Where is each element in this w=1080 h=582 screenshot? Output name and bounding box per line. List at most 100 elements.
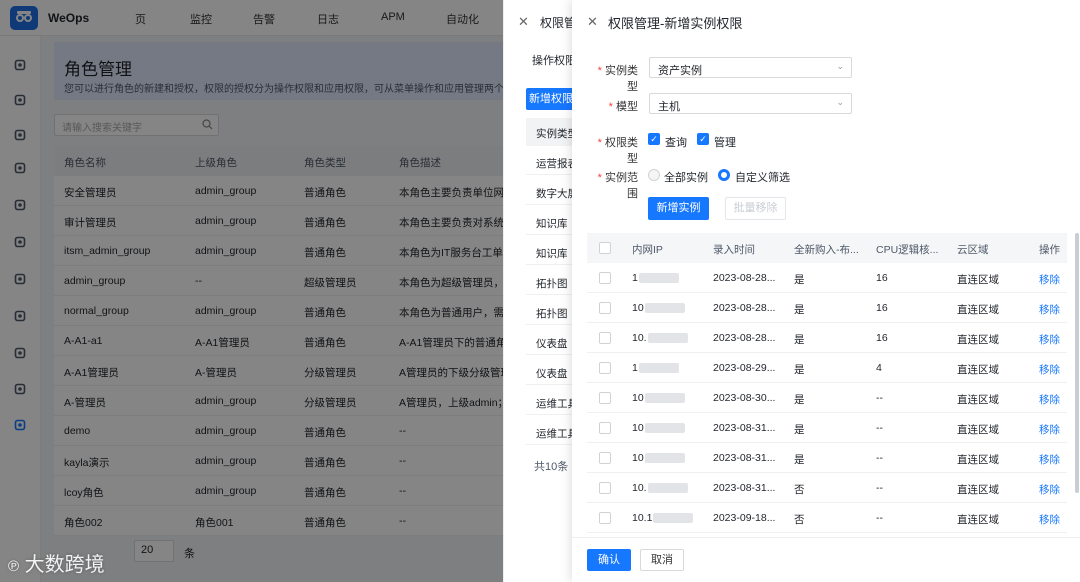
close-icon[interactable]: ✕ (587, 14, 598, 30)
remove-link[interactable]: 移除 (1039, 362, 1060, 377)
batch-remove-button[interactable]: 批量移除 (725, 197, 786, 220)
table-cell: 直连区域 (957, 512, 999, 527)
model-select[interactable]: 主机 ⌄ (649, 93, 852, 114)
cancel-button[interactable]: 取消 (640, 549, 684, 571)
cell-text: 直连区域 (957, 274, 999, 286)
table-row[interactable]: 10 2023-08-31... 是 -- 直连区域 移除 (587, 413, 1067, 443)
remove-link[interactable]: 移除 (1039, 272, 1060, 287)
list-divider (526, 294, 572, 295)
cell-text: 10 (632, 302, 644, 314)
scrollbar[interactable] (1075, 233, 1079, 493)
table-row[interactable]: 10.1 2023-09-18... 否 -- 直连区域 移除 (587, 503, 1067, 533)
cell-text: 移除 (1039, 274, 1060, 286)
row-checkbox[interactable] (599, 512, 611, 524)
cell-text: 2023-08-28... (713, 332, 776, 344)
cell-text: 直连区域 (957, 364, 999, 376)
list-item[interactable]: 拓扑图 (536, 276, 572, 291)
row-checkbox[interactable] (599, 302, 611, 314)
cell-text: -- (876, 482, 883, 494)
cell-text: 2023-08-31... (713, 422, 776, 434)
remove-link[interactable]: 移除 (1039, 452, 1060, 467)
table-cell: 直连区域 (957, 272, 999, 287)
row-checkbox[interactable] (599, 422, 611, 434)
row-checkbox[interactable] (599, 362, 611, 374)
table-row[interactable]: 1 2023-08-29... 是 4 直连区域 移除 (587, 353, 1067, 383)
table-row[interactable]: 10. 2023-08-31... 否 -- 直连区域 移除 (587, 473, 1067, 503)
remove-link[interactable]: 移除 (1039, 482, 1060, 497)
query-checkbox[interactable]: ✓ (648, 133, 660, 145)
watermark-logo-icon: ℗ (8, 558, 20, 575)
remove-link[interactable]: 移除 (1039, 332, 1060, 347)
permission-type-label: * 权限类型 (597, 137, 638, 165)
table-cell: -- (876, 512, 883, 524)
list-item[interactable]: 仪表盘 (536, 366, 572, 381)
list-item[interactable]: 仪表盘 (536, 336, 572, 351)
confirm-button[interactable]: 确认 (587, 549, 631, 571)
add-permission-button[interactable]: 新增权限 (526, 88, 576, 110)
redacted-ip (638, 273, 679, 284)
table-cell: 1 (632, 272, 679, 284)
cell-text: -- (876, 512, 883, 524)
column-header: 操作 (1039, 244, 1060, 256)
list-item[interactable]: 运维工具 (536, 396, 572, 411)
instance-type-select[interactable]: 资产实例 ⌄ (649, 57, 852, 78)
table-row[interactable]: 10. 2023-08-28... 是 16 直连区域 移除 (587, 323, 1067, 353)
list-item[interactable]: 知识库 (536, 246, 572, 261)
table-cell: 16 (876, 272, 888, 284)
custom-filter-label: 自定义筛选 (735, 172, 790, 184)
table-row[interactable]: 10 2023-08-28... 是 16 直连区域 移除 (587, 293, 1067, 323)
list-item[interactable]: 拓扑图 (536, 306, 572, 321)
row-checkbox[interactable] (599, 452, 611, 464)
table-cell: 10.1 (632, 512, 694, 524)
list-divider (526, 174, 572, 175)
chevron-down-icon: ⌄ (836, 61, 844, 71)
list-item[interactable]: 实例类型 (536, 126, 572, 141)
row-checkbox[interactable] (599, 332, 611, 344)
table-cell: 是 (794, 452, 805, 467)
remove-link[interactable]: 移除 (1039, 422, 1060, 437)
manage-checkbox[interactable]: ✓ (697, 133, 709, 145)
redacted-ip (653, 513, 694, 524)
list-item[interactable]: 知识库 (536, 216, 572, 231)
table-row[interactable]: 1 2023-08-28... 是 16 直连区域 移除 (587, 263, 1067, 293)
custom-filter-radio[interactable] (718, 169, 730, 181)
list-item[interactable]: 运维工具 (536, 426, 572, 441)
tab-operation-permission[interactable]: 操作权限 (532, 52, 572, 68)
cell-text: -- (876, 422, 883, 434)
scope-label: * 实例范围 (597, 172, 638, 200)
add-instance-button[interactable]: 新增实例 (648, 197, 709, 220)
instance-type-label: * 实例类型 (597, 65, 638, 93)
cell-text: 2023-08-28... (713, 272, 776, 284)
table-cell: 2023-08-29... (713, 362, 775, 374)
cell-text: 移除 (1039, 454, 1060, 466)
list-item[interactable]: 运营报表 (536, 156, 572, 171)
table-cell: 4 (876, 362, 882, 374)
table-cell: 2023-08-31... (713, 422, 775, 434)
remove-link[interactable]: 移除 (1039, 512, 1060, 527)
table-row[interactable]: 10 2023-08-31... 是 -- 直连区域 移除 (587, 443, 1067, 473)
row-checkbox[interactable] (599, 392, 611, 404)
all-instances-radio[interactable] (648, 169, 660, 181)
column-header: 云区域 (957, 244, 989, 256)
dialog-title: 权限管理-新增实例权限 (608, 16, 743, 31)
table-cell: 2023-08-28... (713, 302, 775, 314)
row-checkbox[interactable] (599, 272, 611, 284)
remove-link[interactable]: 移除 (1039, 302, 1060, 317)
cell-text: 2023-08-31... (713, 482, 776, 494)
cell-text: 是 (794, 304, 805, 316)
redacted-ip (644, 303, 685, 314)
cell-text: 移除 (1039, 304, 1060, 316)
cell-text: 2023-09-18... (713, 512, 776, 524)
table-row[interactable]: 10 2023-08-30... 是 -- 直连区域 移除 (587, 383, 1067, 413)
table-cell: -- (876, 392, 883, 404)
query-label: 查询 (665, 137, 687, 149)
table-cell: 是 (794, 422, 805, 437)
select-all-checkbox[interactable] (599, 242, 611, 254)
row-checkbox[interactable] (599, 482, 611, 494)
close-icon[interactable]: ✕ (518, 14, 529, 30)
list-item[interactable]: 数字大屏 (536, 186, 572, 201)
cell-text: 4 (876, 362, 882, 374)
table-cell: 10 (632, 452, 685, 464)
remove-link[interactable]: 移除 (1039, 392, 1060, 407)
cell-text: 移除 (1039, 334, 1060, 346)
